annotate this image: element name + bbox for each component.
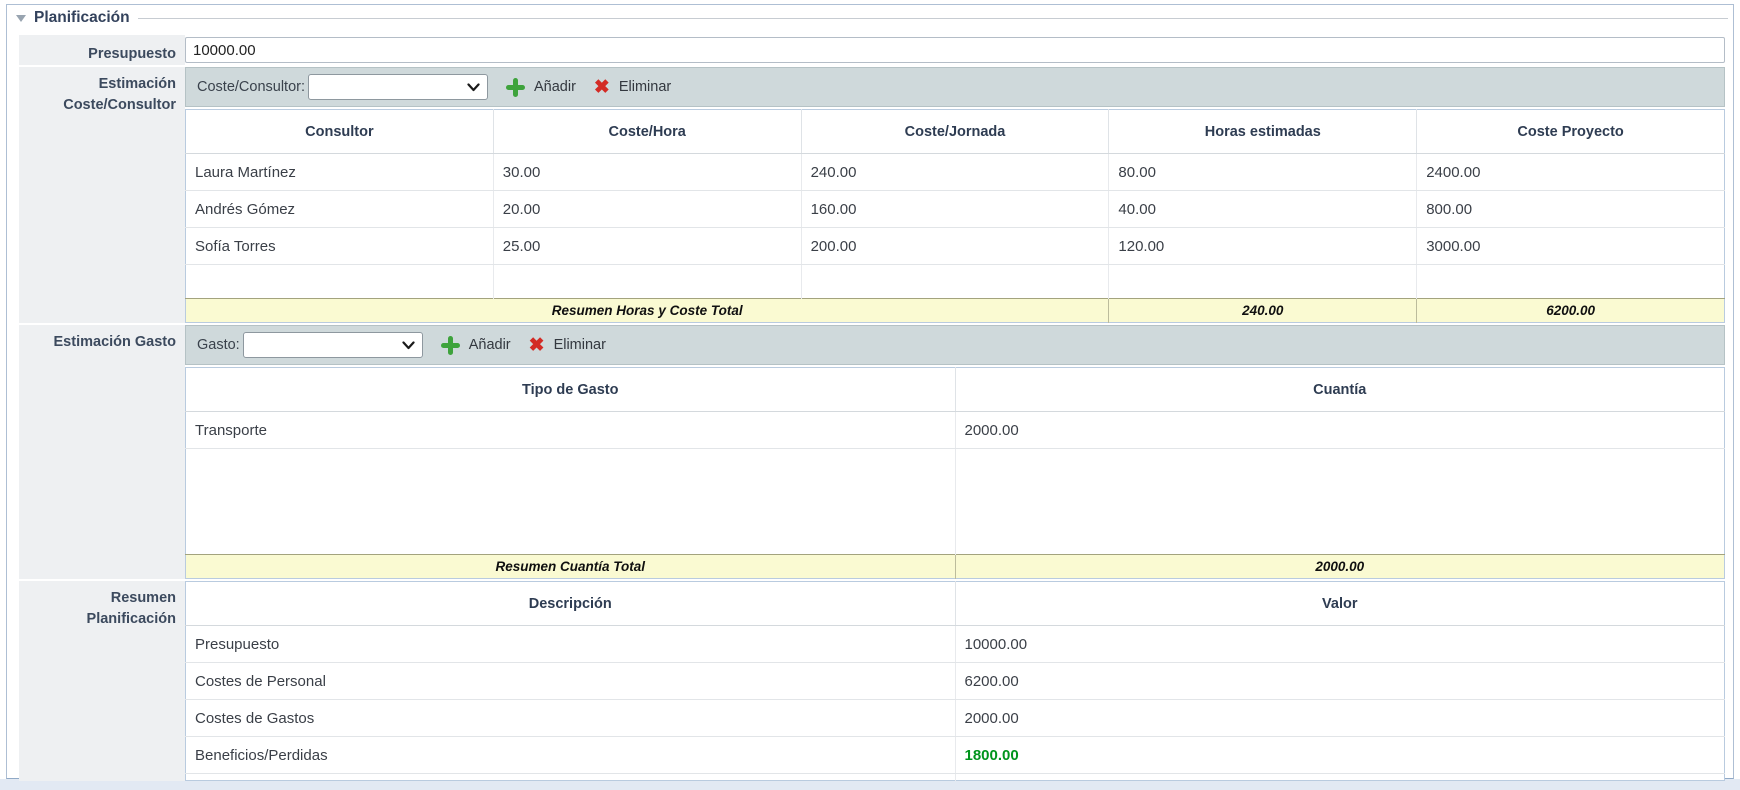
summary-label: Resumen Cuantía Total: [186, 555, 956, 579]
cell-valor: 10000.00: [955, 626, 1725, 663]
consultant-summary-row: Resumen Horas y Coste Total 240.00 6200.…: [186, 299, 1725, 323]
cell-coste-hora: 30.00: [493, 154, 801, 191]
cell-coste-hora: 20.00: [493, 191, 801, 228]
column-header: Cuantía: [955, 368, 1725, 412]
column-header: Coste/Jornada: [801, 110, 1109, 154]
coste-consultor-toolbar: Coste/Consultor: Añadir ✖ Elimi: [185, 67, 1725, 107]
summary-coste-total: 6200.00: [1417, 299, 1725, 323]
legend-rule: [138, 18, 1728, 19]
add-consultant-button[interactable]: Añadir: [506, 78, 576, 97]
page: Planificación Presupuesto Estimación Cos…: [0, 0, 1740, 790]
resumen-section: Resumen Planificación Descripción Valor …: [19, 581, 1725, 781]
delete-gasto-button[interactable]: ✖ Eliminar: [529, 336, 606, 355]
table-row[interactable]: Presupuesto 10000.00: [186, 626, 1725, 663]
column-header: Valor: [955, 582, 1725, 626]
cell-coste-proyecto: 3000.00: [1417, 228, 1725, 265]
panel-title: Planificación: [34, 9, 130, 27]
gasto-label: Estimación Gasto: [19, 325, 185, 579]
presupuesto-input[interactable]: [185, 37, 1725, 63]
cell-consultor: Andrés Gómez: [186, 191, 494, 228]
cell-valor-beneficios: 1800.00: [955, 737, 1725, 774]
add-icon: [506, 78, 525, 97]
cell-descripcion: Costes de Personal: [186, 663, 956, 700]
gasto-select[interactable]: [243, 332, 423, 358]
coste-consultor-label: Estimación Coste/Consultor: [19, 67, 185, 323]
delete-icon: ✖: [529, 336, 545, 355]
summary-horas-total: 240.00: [1109, 299, 1417, 323]
collapse-triangle-icon[interactable]: [16, 15, 26, 22]
table-row[interactable]: Beneficios/Perdidas 1800.00: [186, 737, 1725, 774]
table-row[interactable]: Sofía Torres 25.00 200.00 120.00 3000.00: [186, 228, 1725, 265]
column-header: Coste Proyecto: [1417, 110, 1725, 154]
gasto-summary-row: Resumen Cuantía Total 2000.00: [186, 555, 1725, 579]
chevron-down-icon: [467, 83, 480, 92]
column-header: Horas estimadas: [1109, 110, 1417, 154]
gasto-section: Estimación Gasto Gasto: Añadir: [19, 325, 1725, 579]
coste-consultor-select[interactable]: [308, 74, 488, 100]
table-row[interactable]: Transporte 2000.00: [186, 412, 1725, 449]
table-row[interactable]: Costes de Personal 6200.00: [186, 663, 1725, 700]
cell-coste-jornada: 240.00: [801, 154, 1109, 191]
cell-descripcion: Presupuesto: [186, 626, 956, 663]
summary-label: Resumen Horas y Coste Total: [186, 299, 1109, 323]
cell-cuantia: 2000.00: [955, 412, 1725, 449]
coste-consultor-select-label: Coste/Consultor:: [197, 79, 305, 95]
column-header: Coste/Hora: [493, 110, 801, 154]
column-header: Tipo de Gasto: [186, 368, 956, 412]
add-gasto-button[interactable]: Añadir: [441, 336, 511, 355]
summary-cuantia-total: 2000.00: [955, 555, 1725, 579]
column-header: Descripción: [186, 582, 956, 626]
cell-descripcion: Beneficios/Perdidas: [186, 737, 956, 774]
gasto-table: Tipo de Gasto Cuantía Transporte 2000.00: [185, 367, 1725, 579]
column-header: Consultor: [186, 110, 494, 154]
presupuesto-row: Presupuesto: [19, 35, 1725, 65]
delete-icon: ✖: [594, 78, 610, 97]
table-row[interactable]: Andrés Gómez 20.00 160.00 40.00 800.00: [186, 191, 1725, 228]
cell-consultor: Laura Martínez: [186, 154, 494, 191]
gasto-table-header-row: Tipo de Gasto Cuantía: [186, 368, 1725, 412]
resumen-label: Resumen Planificación: [19, 581, 185, 781]
gasto-select-label: Gasto:: [197, 337, 240, 353]
resumen-table-header-row: Descripción Valor: [186, 582, 1725, 626]
table-row[interactable]: Costes de Gastos 2000.00: [186, 700, 1725, 737]
cell-valor: 2000.00: [955, 700, 1725, 737]
cell-coste-jornada: 200.00: [801, 228, 1109, 265]
cell-consultor: Sofía Torres: [186, 228, 494, 265]
delete-consultant-button[interactable]: ✖ Eliminar: [594, 78, 671, 97]
table-row[interactable]: Laura Martínez 30.00 240.00 80.00 2400.0…: [186, 154, 1725, 191]
consultant-cost-table: Consultor Coste/Hora Coste/Jornada Horas…: [185, 109, 1725, 323]
empty-row: [186, 265, 1725, 299]
cell-horas-estimadas: 80.00: [1109, 154, 1417, 191]
chevron-down-icon: [402, 341, 415, 350]
add-icon: [441, 336, 460, 355]
planificacion-panel: Planificación Presupuesto Estimación Cos…: [6, 4, 1734, 779]
presupuesto-label: Presupuesto: [19, 35, 185, 65]
empty-row: [186, 774, 1725, 781]
empty-area: [186, 449, 1725, 555]
cell-coste-proyecto: 2400.00: [1417, 154, 1725, 191]
cell-descripcion: Costes de Gastos: [186, 700, 956, 737]
cell-valor: 6200.00: [955, 663, 1725, 700]
consultant-table-header-row: Consultor Coste/Hora Coste/Jornada Horas…: [186, 110, 1725, 154]
cell-horas-estimadas: 120.00: [1109, 228, 1417, 265]
resumen-table: Descripción Valor Presupuesto 10000.00 C…: [185, 581, 1725, 781]
panel-header: Planificación: [7, 5, 1733, 31]
cell-coste-proyecto: 800.00: [1417, 191, 1725, 228]
cell-horas-estimadas: 40.00: [1109, 191, 1417, 228]
cell-coste-jornada: 160.00: [801, 191, 1109, 228]
gasto-toolbar: Gasto: Añadir ✖ Eliminar: [185, 325, 1725, 365]
coste-consultor-section: Estimación Coste/Consultor Coste/Consult…: [19, 67, 1725, 323]
cell-coste-hora: 25.00: [493, 228, 801, 265]
cell-tipo-gasto: Transporte: [186, 412, 956, 449]
